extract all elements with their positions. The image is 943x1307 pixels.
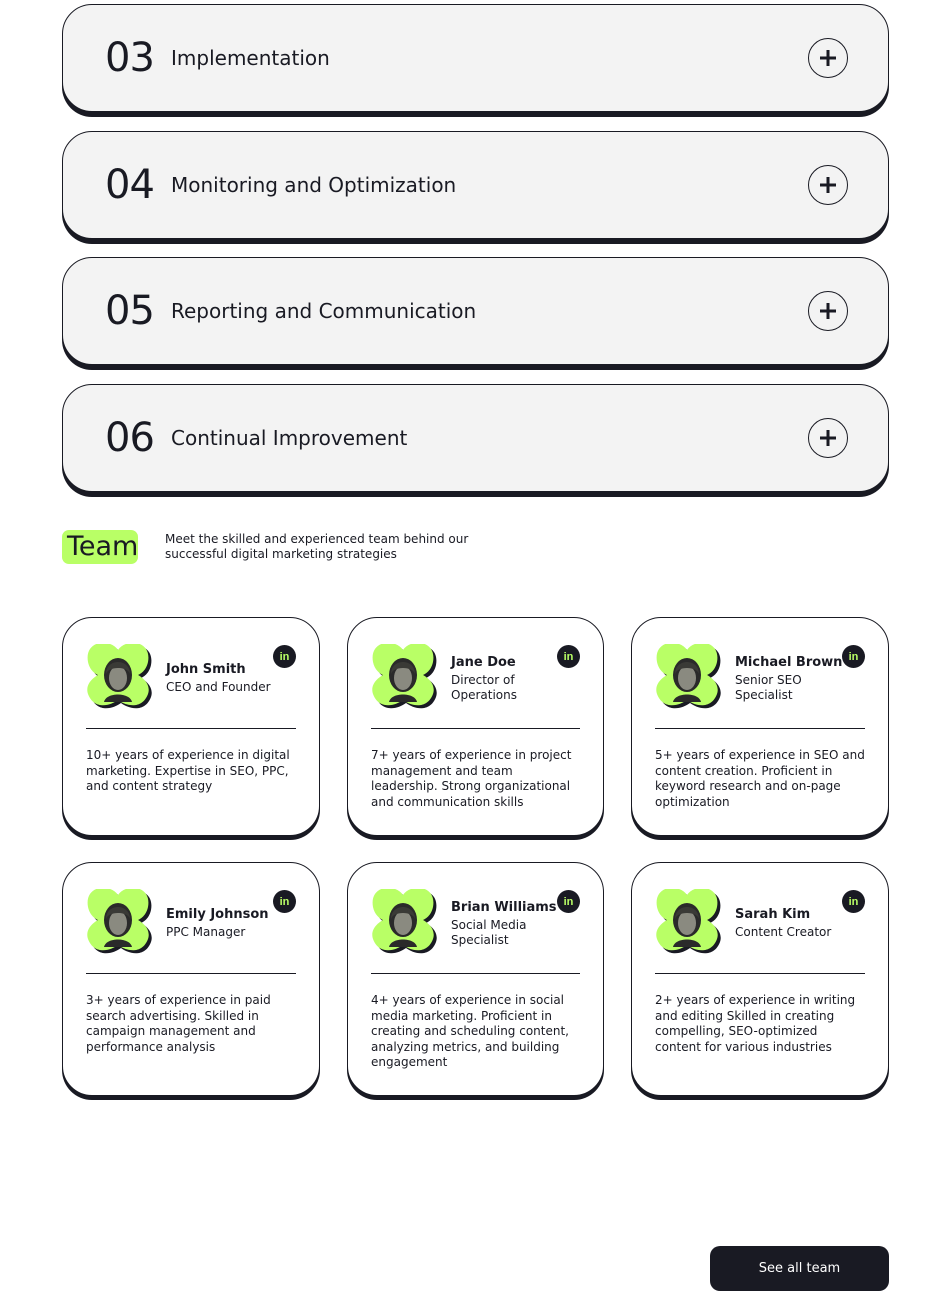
member-role: Senior SEO Specialist [735, 672, 802, 702]
divider [371, 973, 580, 974]
divider [655, 973, 865, 974]
member-role: CEO and Founder [166, 680, 271, 694]
member-bio: 10+ years of experience in digital marke… [86, 748, 290, 793]
member-role: PPC Manager [166, 925, 246, 939]
linkedin-icon[interactable]: in [557, 645, 580, 668]
divider [655, 728, 865, 729]
avatar [86, 642, 156, 712]
avatar-photo [87, 887, 152, 954]
divider [371, 728, 580, 729]
team-card: Emily Johnson PPC Manager in 3+ years of… [62, 862, 320, 1096]
plus-icon [820, 429, 836, 446]
avatar-photo [656, 887, 721, 954]
member-name: John Smith [166, 662, 246, 677]
team-grid: John Smith CEO and Founder in 10+ years … [62, 617, 889, 1096]
avatar-photo [372, 642, 437, 709]
member-name: Jane Doe [451, 654, 516, 670]
member-name: Sarah Kim [735, 907, 811, 922]
avatar [655, 887, 725, 957]
team-card-header: Michael Brown Senior SEO Specialist [655, 642, 865, 712]
expand-button[interactable] [808, 38, 848, 78]
step-title: Continual Improvement [171, 425, 408, 450]
linkedin-icon[interactable]: in [842, 645, 865, 668]
step-number: 04 [105, 161, 155, 208]
divider [86, 973, 296, 974]
avatar [655, 642, 725, 712]
member-bio: 2+ years of experience in writing and ed… [655, 993, 856, 1054]
accordion-item-03[interactable]: 03 Implementation [62, 4, 889, 112]
accordion-item-06[interactable]: 06 Continual Improvement [62, 383, 889, 492]
team-card: Michael Brown Senior SEO Specialist in 5… [631, 617, 889, 836]
person-info: John Smith CEO and Founder [166, 661, 276, 695]
team-section-header: Team Meet the skilled and experienced te… [62, 530, 475, 564]
step-number: 03 [105, 35, 155, 81]
step-title: Monitoring and Optimization [171, 172, 457, 197]
person-info: Michael Brown Senior SEO Specialist [735, 654, 845, 703]
step-title: Reporting and Communication [171, 299, 477, 323]
member-name: Emily Johnson [166, 907, 269, 922]
member-name: Michael Brown [735, 654, 843, 670]
team-heading: Team [62, 530, 138, 564]
member-bio: 7+ years of experience in project manage… [371, 748, 572, 809]
member-name: Brian Williams [451, 899, 557, 915]
step-number: 05 [105, 288, 155, 334]
accordion-item-05[interactable]: 05 Reporting and Communication [62, 257, 889, 365]
plus-icon [820, 176, 836, 193]
member-role: Content Creator [735, 925, 832, 939]
team-card-header: Jane Doe Director of Operations [371, 642, 580, 712]
expand-button[interactable] [808, 164, 848, 205]
avatar-photo [372, 887, 437, 954]
linkedin-icon[interactable]: in [273, 890, 296, 913]
member-bio: 3+ years of experience in paid search ad… [86, 993, 271, 1054]
team-card: Brian Williams Social Media Specialist i… [347, 862, 604, 1096]
step-title: Implementation [171, 46, 330, 70]
step-number: 06 [105, 414, 155, 461]
avatar [371, 642, 441, 712]
plus-icon [820, 303, 836, 319]
linkedin-icon[interactable]: in [557, 890, 580, 913]
member-role: Social Media Specialist [451, 917, 527, 947]
divider [86, 728, 296, 729]
team-card: Sarah Kim Content Creator in 2+ years of… [631, 862, 889, 1096]
process-accordion: 03 Implementation 04 Monitoring and Opti… [62, 4, 889, 510]
team-description: Meet the skilled and experienced team be… [165, 532, 469, 561]
expand-button[interactable] [808, 417, 848, 458]
person-info: Emily Johnson PPC Manager [166, 906, 276, 940]
person-info: Jane Doe Director of Operations [451, 654, 561, 703]
member-bio: 5+ years of experience in SEO and conten… [655, 748, 865, 809]
avatar-photo [87, 642, 152, 709]
person-info: Sarah Kim Content Creator [735, 906, 845, 940]
team-card-header: Sarah Kim Content Creator [655, 887, 865, 957]
member-bio: 4+ years of experience in social media m… [371, 993, 569, 1069]
expand-button[interactable] [808, 291, 848, 331]
team-card: John Smith CEO and Founder in 10+ years … [62, 617, 320, 836]
plus-icon [820, 50, 836, 66]
team-card-header: Brian Williams Social Media Specialist [371, 887, 580, 957]
member-role: Director of Operations [451, 672, 517, 702]
avatar-photo [656, 642, 721, 709]
person-info: Brian Williams Social Media Specialist [451, 899, 561, 948]
linkedin-icon[interactable]: in [842, 890, 865, 913]
linkedin-icon[interactable]: in [273, 645, 296, 668]
avatar [86, 887, 156, 957]
team-card-header: Emily Johnson PPC Manager [86, 887, 296, 957]
accordion-item-04[interactable]: 04 Monitoring and Optimization [62, 130, 889, 239]
see-all-team-button[interactable]: See all team [710, 1246, 889, 1291]
team-card: Jane Doe Director of Operations in 7+ ye… [347, 617, 604, 836]
avatar [371, 887, 441, 957]
team-card-header: John Smith CEO and Founder [86, 642, 296, 712]
